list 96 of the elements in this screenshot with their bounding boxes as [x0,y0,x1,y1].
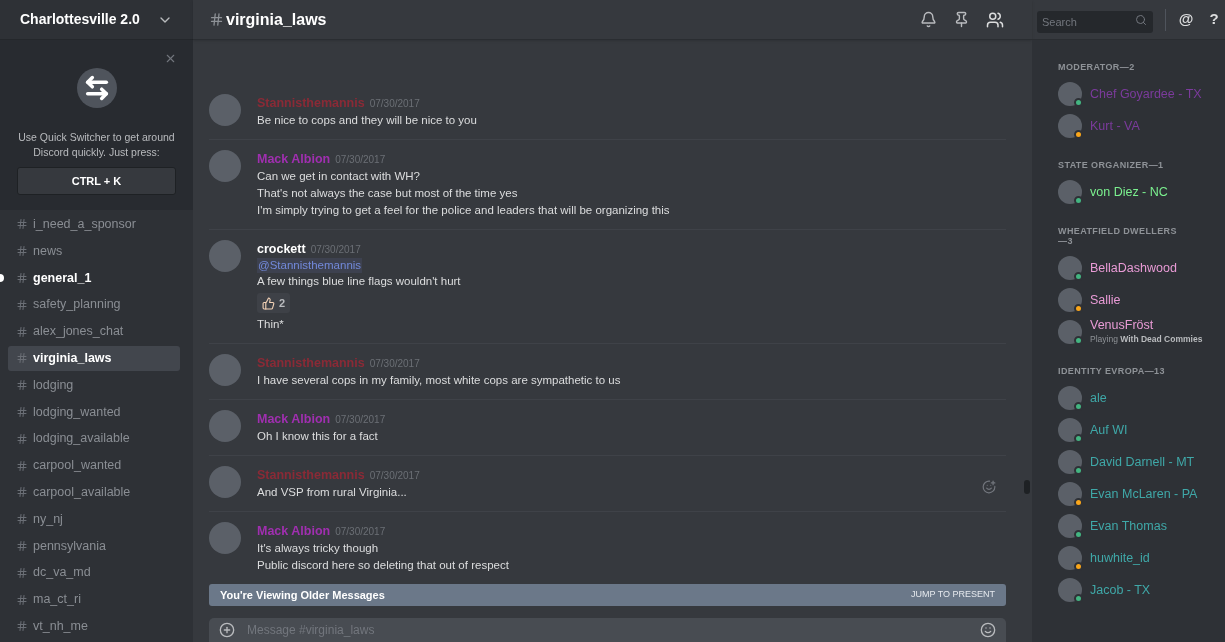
hash-icon [16,352,28,365]
channel-item[interactable]: safety_planning [8,292,180,318]
member-avatar[interactable] [1058,514,1082,538]
jump-to-present-link[interactable]: JUMP TO PRESENT [910,588,995,602]
member-avatar[interactable] [1058,546,1082,570]
message-text: That's not always the case but most of the time yes [257,186,519,201]
swap-arrows-icon [76,68,117,108]
message-text: Oh I know this for a fact [257,429,379,444]
member-group-title: WHEATFIELD DWELLERS—3 [1058,226,1178,246]
member-name[interactable]: David Darnell - MT [1090,454,1195,470]
message-text: I'm simply trying to get a feel for the police and leaders that will be organizing this [257,203,670,218]
member-name[interactable]: Jacob - TX [1090,582,1151,598]
member-name[interactable]: ale [1090,390,1107,406]
member-avatar[interactable] [1058,450,1082,474]
channel-item[interactable]: general_1 [8,265,180,291]
member-avatar[interactable] [1058,114,1082,138]
member-avatar[interactable] [1058,180,1082,204]
message-text: Thin* [257,317,285,332]
channel-item[interactable]: carpool_wanted [8,453,180,479]
channel-item[interactable]: ny_nj [8,506,180,532]
member-avatar[interactable] [1058,482,1082,506]
unread-indicator [0,274,4,282]
channel-item[interactable]: i_need_a_sponsor [8,211,180,237]
plus-icon[interactable] [219,622,235,638]
hash-icon [16,432,28,445]
member-avatar[interactable] [1058,578,1082,602]
member-avatar[interactable] [1058,82,1082,106]
message-text: I have several cops in my family, most white cops are sympathetic to us [257,373,621,388]
message-text: Can we get in contact with WH? [257,169,421,184]
message-author[interactable]: crockett [257,240,306,259]
hash-icon [16,486,28,499]
quick-switcher-hint: Use Quick Switcher to get around Discord quickly. Just press: [17,130,176,160]
member-name[interactable]: Sallie [1090,292,1121,308]
header-icon-button[interactable]: ? [1206,8,1222,31]
close-icon[interactable] [164,52,177,65]
hash-icon [16,405,28,418]
thumbs-up-icon [262,296,275,310]
user-mention[interactable]: @Stannisthemannis [257,258,363,273]
channel-item[interactable]: lodging_available [8,426,180,452]
add-reaction-icon[interactable] [982,480,996,494]
header-icon-button[interactable]: @ [1178,8,1194,31]
hash-icon [16,459,28,472]
message-text: A few things blue line flags wouldn't hurt [257,274,461,289]
hash-icon [16,245,28,258]
member-name[interactable]: Auf WI [1090,422,1128,438]
member-name[interactable]: huwhite_id [1090,550,1150,566]
channel-item[interactable]: vt_nh_me [8,613,180,639]
pin-icon[interactable] [953,11,970,28]
member-group-title: STATE ORGANIZER—1 [1058,160,1165,170]
hash-icon [16,620,28,633]
member-name[interactable]: von Diez - NC [1090,184,1168,200]
channel-title: virginia_laws [226,9,327,30]
message-text: It's always tricky though [257,541,380,556]
member-group-title: MODERATOR—2 [1058,62,1136,72]
member-avatar[interactable] [1058,418,1082,442]
message-text: And VSP from rural Virginia... [257,485,408,500]
search-field[interactable]: Search [1037,10,1153,33]
channel-item[interactable]: lodging_wanted [8,399,180,425]
message-text: Be nice to cops and they will be nice to you [257,113,477,128]
channel-item[interactable]: pennsylvania [8,533,180,559]
hash-icon [209,12,224,27]
member-name[interactable]: Evan McLaren - PA [1090,486,1198,502]
channel-item[interactable]: virginia_laws [8,345,180,371]
hash-icon [16,325,28,338]
hash-icon [16,513,28,526]
hash-icon [16,593,28,606]
message-text: Public discord here so deleting that out of respect [257,558,509,573]
banner-text: You're Viewing Older Messages [220,587,385,603]
member-avatar[interactable] [1058,256,1082,280]
channel-item[interactable]: carpool_available [8,479,180,505]
hash-icon [16,298,28,311]
member-name[interactable]: Evan Thomas [1090,518,1167,534]
channel-item[interactable]: news [8,238,180,264]
hash-icon [16,218,28,231]
member-avatar[interactable] [1058,320,1082,344]
channel-item[interactable]: lodging [8,372,180,398]
shortcut-button[interactable]: CTRL + K [17,167,176,195]
hash-icon [16,539,28,552]
channel-item[interactable]: dc_va_md [8,560,180,586]
hash-icon [16,566,28,579]
bell-icon[interactable] [920,11,937,28]
member-avatar[interactable] [1058,288,1082,312]
emoji-icon[interactable] [980,622,996,638]
hash-icon [16,272,28,284]
member-activity: Playing With Dead Commies [1090,333,1203,346]
members-icon[interactable] [986,10,1004,29]
reaction-button[interactable]: 2 [257,293,291,313]
member-group-title: IDENTITY EVROPA—13 [1058,366,1166,376]
hash-icon [16,379,28,392]
search-icon [1135,13,1147,26]
member-name[interactable]: BellaDashwood [1090,260,1177,276]
channel-item[interactable]: ma_ct_ri [8,587,180,613]
member-name[interactable]: VenusFröst [1090,318,1203,334]
channel-item[interactable]: alex_jones_chat [8,319,180,345]
scrollbar-thumb[interactable] [1024,480,1030,494]
member-avatar[interactable] [1058,386,1082,410]
